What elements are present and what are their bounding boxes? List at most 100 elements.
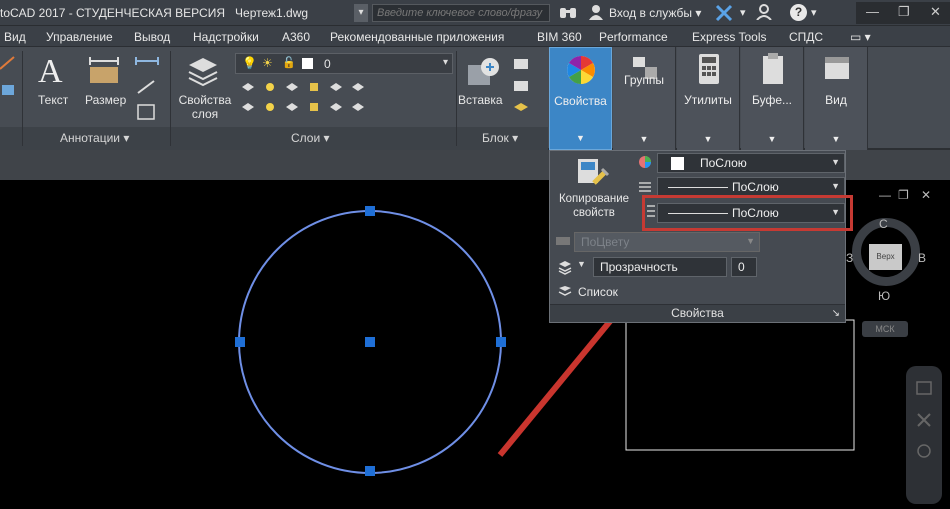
view-window-icon — [825, 57, 849, 79]
viewcube-east[interactable]: В — [918, 251, 926, 265]
linetype-dropdown[interactable]: ПоСлою ▼ — [657, 177, 845, 197]
layer-props-line2: слоя — [191, 107, 219, 121]
help-icon[interactable]: ? — [790, 4, 807, 21]
login-button[interactable]: Вход в службы ▾ — [609, 6, 701, 20]
match-properties-icon[interactable] — [576, 157, 610, 189]
viewport-restore-icon[interactable]: ❐ — [898, 188, 909, 202]
tab-view[interactable]: Вид — [4, 30, 26, 44]
search-input[interactable]: Введите ключевое слово/фразу — [372, 4, 550, 22]
clipboard-panel-button[interactable]: Буфе... ▼ — [741, 47, 804, 150]
tab-bim360[interactable]: BIM 360 — [537, 30, 582, 44]
linetype-value: ПоСлою — [732, 180, 779, 194]
color-swatch — [671, 157, 684, 170]
groups-panel-button[interactable]: Группы ▼ — [613, 47, 676, 150]
layers-panel-label: Слои — [291, 131, 321, 145]
viewcube-south[interactable]: Ю — [878, 289, 890, 303]
list-icon[interactable] — [557, 285, 573, 304]
insert-block-icon[interactable] — [466, 55, 500, 89]
viewport-minimize-icon[interactable]: — — [879, 188, 891, 202]
utilities-panel-button[interactable]: Утилиты ▼ — [677, 47, 740, 150]
exchange-dropdown-icon[interactable]: ▾ — [740, 6, 746, 24]
block-tools-icon[interactable] — [512, 57, 532, 119]
ribbon-options-icon[interactable]: ▭ ▾ — [850, 30, 871, 44]
chevron-down-icon: ▼ — [831, 134, 841, 144]
chevron-down-icon: ▼ — [703, 134, 713, 144]
quick-access-menu-button[interactable]: ▾ — [354, 4, 368, 22]
text-button-label[interactable]: Текст — [38, 93, 68, 107]
title-bar: toCAD 2017 - СТУДЕНЧЕСКАЯ ВЕРСИЯ Чертеж1.… — [0, 0, 950, 26]
layer-dropdown[interactable]: 💡 ☀ 🔓 0 ▾ — [235, 53, 453, 74]
tab-output[interactable]: Вывод — [134, 30, 170, 44]
annotations-panel-title[interactable]: Аннотации ▾ — [60, 131, 129, 145]
lightbulb-icon: 💡 — [242, 56, 257, 70]
lock-icon: 🔓 — [282, 57, 296, 69]
layer-tools-icons[interactable] — [238, 79, 372, 119]
color-icon — [638, 155, 652, 174]
match-properties-label[interactable]: Копирование свойств — [554, 192, 634, 220]
layers-panel-title[interactable]: Слои ▾ — [291, 131, 330, 145]
sun-icon: ☀ — [262, 56, 273, 70]
chevron-down-icon: ▼ — [639, 134, 649, 144]
window-controls: — ❐ ✕ — [856, 2, 950, 24]
tab-performance[interactable]: Performance — [599, 30, 668, 44]
dimension-button-label[interactable]: Размер — [85, 93, 126, 107]
user-icon[interactable] — [588, 4, 604, 22]
insert-button-label[interactable]: Вставка — [458, 93, 503, 107]
chevron-down-icon: ▼ — [767, 134, 777, 144]
tab-addins[interactable]: Надстройки — [193, 30, 259, 44]
transparency-value-input[interactable]: 0 — [731, 257, 757, 277]
copy-props-line1: Копирование — [558, 193, 630, 205]
tab-featured-apps[interactable]: Рекомендованные приложения — [330, 30, 504, 44]
viewcube-west[interactable]: З — [846, 251, 853, 265]
restore-icon[interactable]: ❐ — [898, 4, 910, 20]
viewcube-north[interactable]: С — [879, 217, 888, 231]
tab-spds[interactable]: СПДС — [789, 30, 823, 44]
grip-left — [235, 337, 245, 347]
exchange-apps-icon[interactable] — [715, 4, 733, 22]
color-dropdown[interactable]: ПоСлою ▼ — [657, 153, 845, 173]
text-icon[interactable]: A — [38, 53, 63, 91]
close-icon[interactable]: ✕ — [930, 4, 941, 20]
chevron-down-icon: ▾ — [442, 57, 448, 68]
draw-tools-icon[interactable] — [0, 55, 16, 115]
chevron-down-icon: ▼ — [746, 236, 755, 246]
minimize-icon[interactable]: — — [866, 4, 879, 19]
groups-tab-label: Группы — [624, 73, 664, 87]
wcs-menu[interactable]: МСК — [862, 321, 908, 337]
tab-express-tools[interactable]: Express Tools — [692, 30, 766, 44]
panel-separator — [456, 51, 457, 146]
transparency-slider[interactable]: Прозрачность — [593, 257, 727, 277]
panel-dialog-launcher-icon[interactable]: ↘ — [832, 305, 840, 322]
properties-panel-button[interactable]: Свойства ▼ — [549, 47, 612, 150]
transparency-icon[interactable] — [557, 259, 573, 280]
navigation-tools-icon — [916, 381, 932, 458]
panel-separator — [170, 51, 171, 146]
dimension-icon[interactable] — [88, 55, 120, 85]
file-name: Чертеж1.dwg — [235, 6, 309, 20]
account-icon[interactable] — [755, 4, 773, 22]
block-panel-title[interactable]: Блок ▾ — [482, 131, 518, 145]
grip-bottom — [365, 466, 375, 476]
binoculars-icon[interactable] — [559, 4, 577, 22]
copy-props-line2: свойств — [573, 207, 615, 219]
help-dropdown-icon[interactable]: ▾ — [811, 6, 817, 24]
layer-props-line1: Свойства — [178, 93, 232, 107]
tab-a360[interactable]: A360 — [282, 30, 310, 44]
navigation-bar[interactable] — [906, 366, 942, 504]
layer-properties-label[interactable]: Свойства слоя — [176, 93, 234, 121]
layer-name-value: 0 — [324, 57, 331, 71]
annotation-tools-icon[interactable] — [134, 55, 160, 125]
viewport-close-icon[interactable]: ✕ — [921, 188, 931, 202]
panel-separator — [22, 51, 23, 146]
tab-manage[interactable]: Управление — [46, 30, 113, 44]
ribbon-tab-bar: Вид Управление Вывод Надстройки A360 Рек… — [0, 26, 950, 47]
plot-style-icon — [555, 234, 571, 253]
transparency-dropdown-icon[interactable]: ▼ — [577, 259, 586, 269]
window-title: toCAD 2017 - СТУДЕНЧЕСКАЯ ВЕРСИЯ Чертеж1.… — [0, 6, 308, 20]
layer-properties-icon[interactable] — [186, 53, 220, 87]
viewcube-top-face[interactable]: Верх — [869, 244, 902, 270]
calculator-icon — [699, 54, 719, 84]
linetype-sample — [668, 187, 728, 188]
list-button[interactable]: Список — [578, 285, 618, 299]
view-panel-button[interactable]: Вид ▼ — [805, 47, 868, 150]
